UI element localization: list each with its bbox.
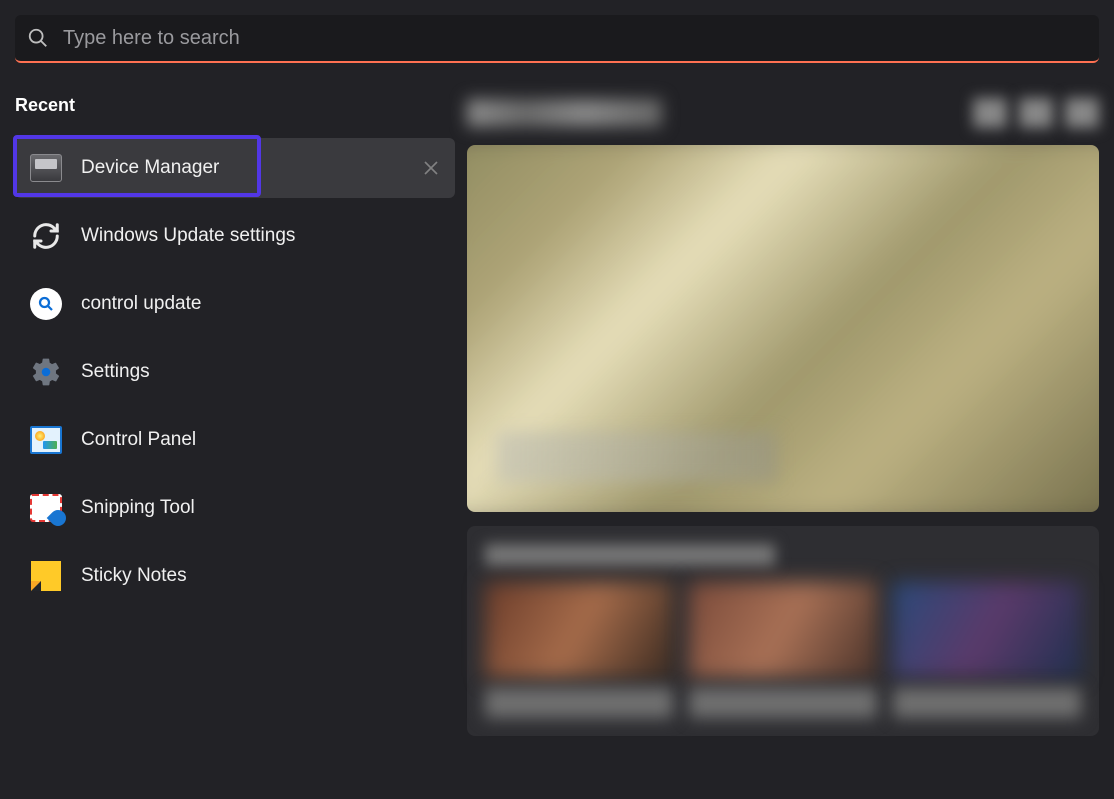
search-bar[interactable]: [15, 15, 1099, 63]
recent-item-label: Control Panel: [81, 429, 196, 451]
sticky-notes-icon: [29, 559, 63, 593]
feed-thumb[interactable]: [689, 582, 877, 678]
recent-item-label: Snipping Tool: [81, 497, 195, 519]
search-result-icon: [29, 287, 63, 321]
feed-hero-caption-blurred: [497, 432, 777, 482]
recent-item-label: Sticky Notes: [81, 565, 187, 587]
control-panel-icon: [29, 423, 63, 457]
snipping-tool-icon: [29, 491, 63, 525]
refresh-icon: [29, 219, 63, 253]
recent-item-settings[interactable]: Settings: [15, 342, 455, 402]
feed-thumb-label-blurred: [485, 688, 673, 718]
feed-thumb-label-blurred: [689, 688, 877, 718]
recent-item-windows-update[interactable]: Windows Update settings: [15, 206, 455, 266]
recent-item-label: Windows Update settings: [81, 225, 295, 247]
feed-panel: [467, 95, 1099, 736]
recent-item-label: Settings: [81, 361, 150, 383]
recent-heading: Recent: [15, 95, 455, 116]
recent-item-sticky-notes[interactable]: Sticky Notes: [15, 546, 455, 606]
recent-item-control-update[interactable]: control update: [15, 274, 455, 334]
feed-secondary-title-blurred: [485, 544, 775, 566]
recent-item-label: Device Manager: [81, 157, 219, 179]
recent-item-device-manager[interactable]: Device Manager: [15, 138, 455, 198]
feed-secondary-card: [467, 526, 1099, 736]
feed-thumb-label-blurred: [893, 688, 1081, 718]
recent-panel: Recent Device Manager: [15, 95, 455, 736]
feed-thumb[interactable]: [893, 582, 1081, 678]
recent-item-control-panel[interactable]: Control Panel: [15, 410, 455, 470]
gear-icon: [29, 355, 63, 389]
feed-hero-card[interactable]: [467, 145, 1099, 512]
recent-item-snipping-tool[interactable]: Snipping Tool: [15, 478, 455, 538]
search-input[interactable]: [63, 27, 1087, 50]
feed-controls-blurred: [973, 98, 1099, 128]
device-manager-icon: [29, 151, 63, 185]
feed-title-blurred: [467, 99, 662, 127]
feed-thumb[interactable]: [485, 582, 673, 678]
recent-item-label: control update: [81, 293, 201, 315]
search-icon: [27, 27, 49, 49]
close-icon[interactable]: [423, 160, 439, 176]
